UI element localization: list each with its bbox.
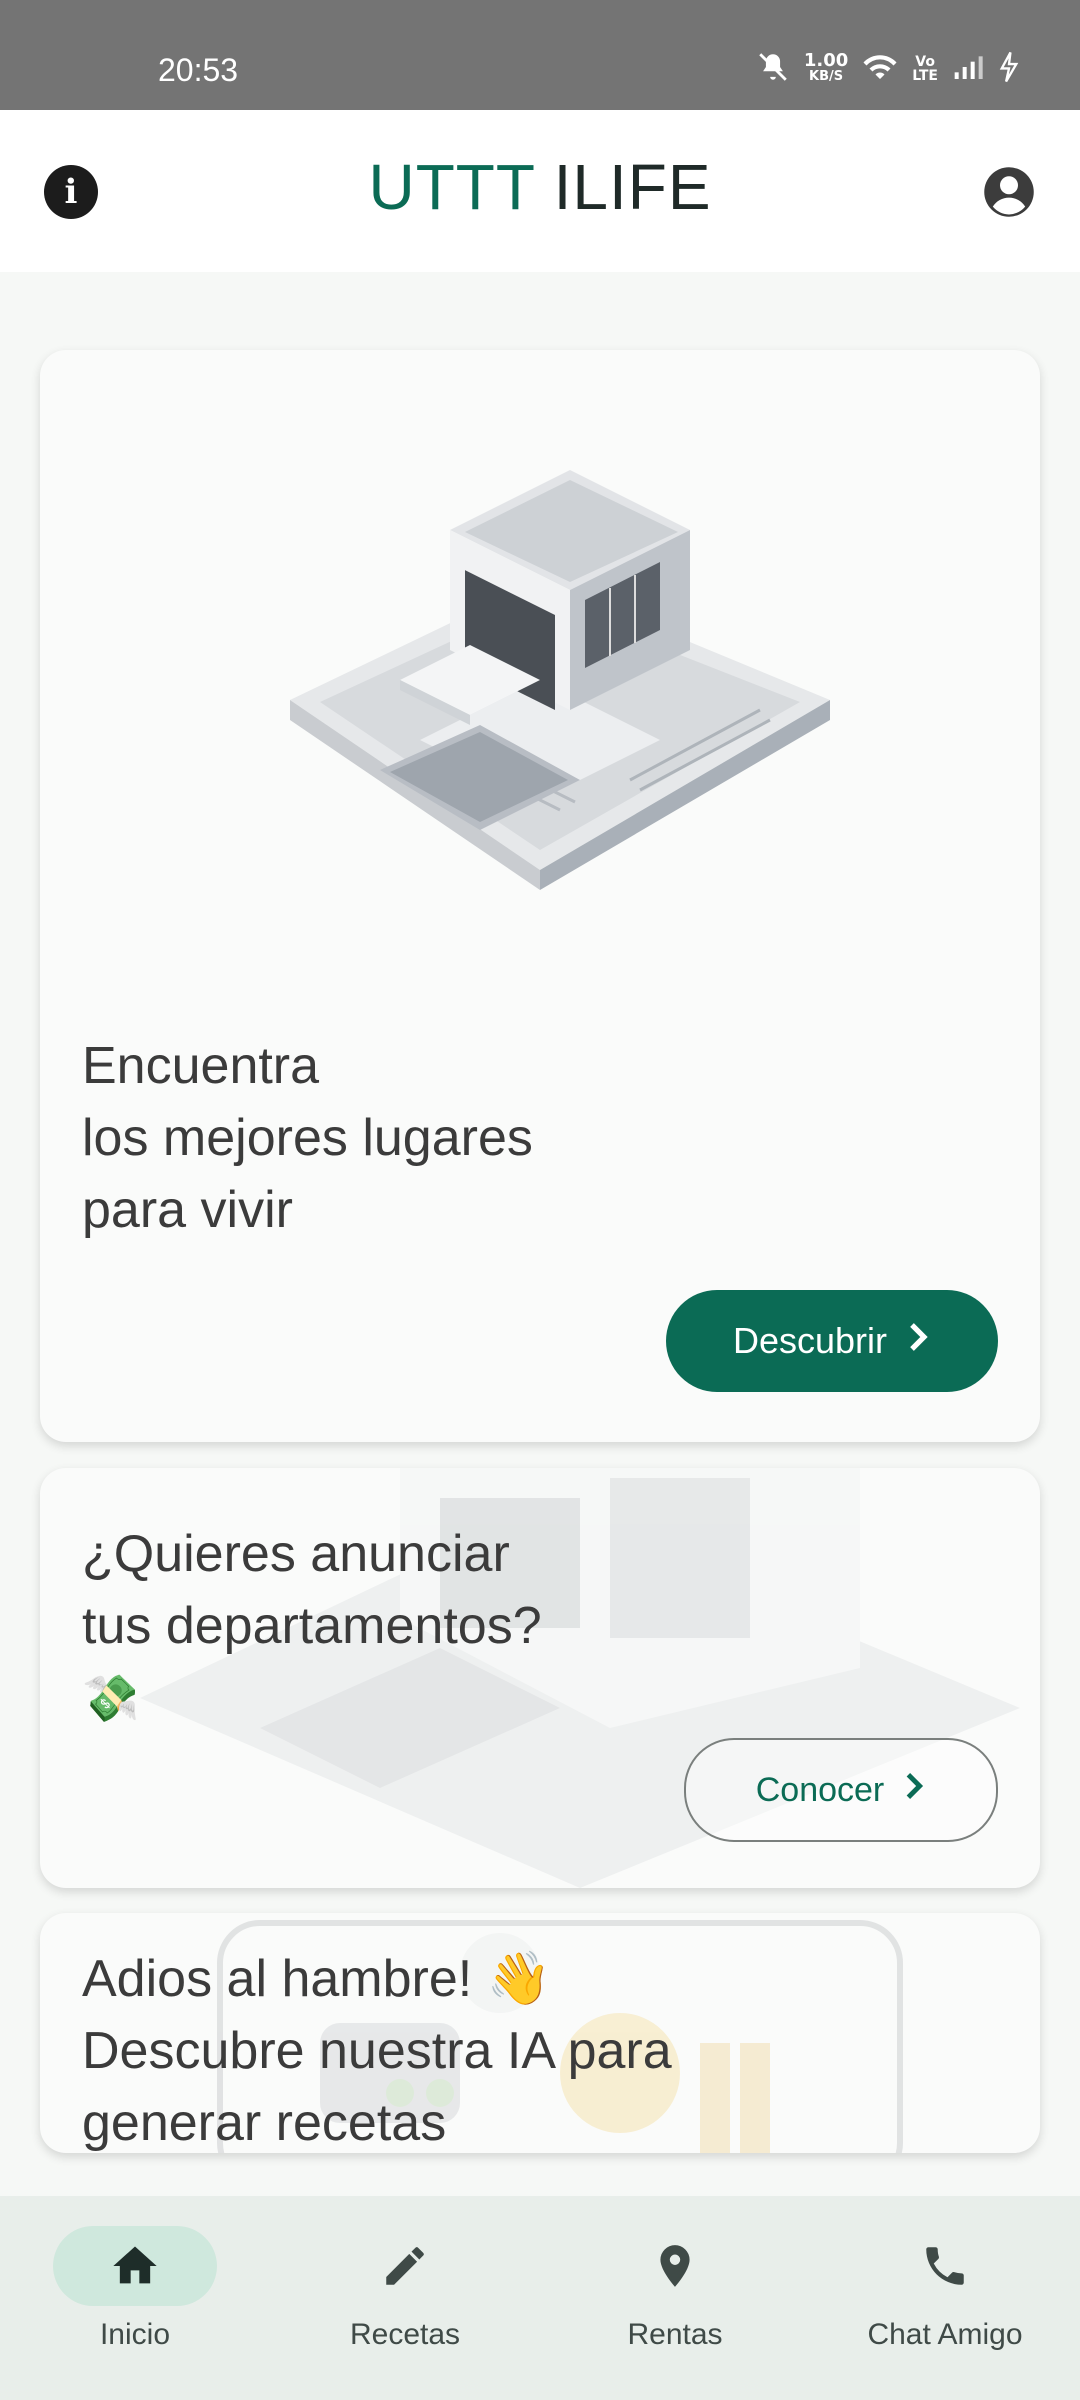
nav-icon-wrap xyxy=(863,2226,1027,2306)
card-line: para vivir xyxy=(82,1181,293,1239)
pencil-icon xyxy=(386,2247,424,2285)
card-line: ¿Quieres anunciar xyxy=(82,1525,510,1583)
card-line: Encuentra xyxy=(82,1037,320,1095)
nav-label-recetas: Recetas xyxy=(349,2318,461,2351)
card-recipes-ai[interactable]: Adios al hambre! 👋 Descubre nuestra IA p… xyxy=(40,1913,1040,2153)
nav-active-pill xyxy=(53,2226,217,2306)
net-speed: 1.00 KB/S xyxy=(803,50,849,85)
wifi-icon xyxy=(862,52,898,86)
house-illustration xyxy=(290,470,830,890)
nav-label-rentas: Rentas xyxy=(627,2318,723,2351)
nav-label-chat-amigo: Chat Amigo xyxy=(867,2318,1023,2351)
chevron-right-icon xyxy=(905,1320,931,1362)
learn-more-button-label: Conocer xyxy=(755,1770,885,1809)
home-icon xyxy=(113,2246,157,2284)
signal-icon xyxy=(952,53,984,85)
learn-more-button[interactable]: Conocer xyxy=(684,1738,998,1842)
card-advertise[interactable]: ¿Quieres anunciar tus departamentos? 💸 C… xyxy=(40,1468,1040,1888)
chevron-right-icon xyxy=(902,1771,926,1810)
nav-item-inicio[interactable]: Inicio xyxy=(0,2226,270,2376)
net-speed-unit: KB/S xyxy=(809,69,844,84)
nav-icon-wrap xyxy=(323,2226,487,2306)
card-line: 💸 xyxy=(82,1672,140,1724)
app-title-part2: ILIFE xyxy=(553,151,712,223)
card-line: tus departamentos? xyxy=(82,1597,542,1655)
status-time: 20:53 xyxy=(158,52,239,88)
card-line: generar recetas xyxy=(82,2094,447,2152)
account-icon[interactable] xyxy=(982,165,1036,219)
discover-button[interactable]: Descubrir xyxy=(666,1290,998,1392)
app-title-part1: UTTT xyxy=(368,151,535,223)
card-line: Descubre nuestra IA para xyxy=(82,2022,672,2080)
phone-icon xyxy=(926,2247,964,2285)
app-title: UTTT ILIFE xyxy=(0,150,1080,224)
nav-item-rentas[interactable]: Rentas xyxy=(540,2226,810,2376)
discover-button-label: Descubrir xyxy=(732,1320,888,1361)
status-bar: 20:53 1.00 KB/S Vo LTE xyxy=(0,0,1080,110)
net-speed-value: 1.00 xyxy=(803,50,849,71)
nav-item-chat-amigo[interactable]: Chat Amigo xyxy=(810,2226,1080,2376)
status-icons: 1.00 KB/S Vo LTE xyxy=(756,50,1020,88)
nav-label-inicio: Inicio xyxy=(99,2318,171,2351)
card-recipes-ai-text: Adios al hambre! 👋 Descubre nuestra IA p… xyxy=(82,1943,672,2153)
nav-icon-wrap xyxy=(593,2226,757,2306)
app-bar: i UTTT ILIFE xyxy=(0,110,1080,272)
mute-icon xyxy=(756,50,790,88)
charging-icon xyxy=(998,51,1020,87)
card-line: Adios al hambre! 👋 xyxy=(82,1950,552,2008)
card-find-places-text: Encuentra los mejores lugares para vivir xyxy=(82,1030,533,1246)
card-line: los mejores lugares xyxy=(82,1109,533,1167)
volte-icon: Vo LTE xyxy=(912,54,938,84)
bottom-navigation: Inicio Recetas Rentas Chat Amigo xyxy=(0,2196,1080,2400)
location-pin-icon xyxy=(660,2245,690,2287)
card-advertise-text: ¿Quieres anunciar tus departamentos? 💸 xyxy=(82,1518,542,1734)
card-find-places[interactable]: Encuentra los mejores lugares para vivir… xyxy=(40,350,1040,1442)
nav-item-recetas[interactable]: Recetas xyxy=(270,2226,540,2376)
